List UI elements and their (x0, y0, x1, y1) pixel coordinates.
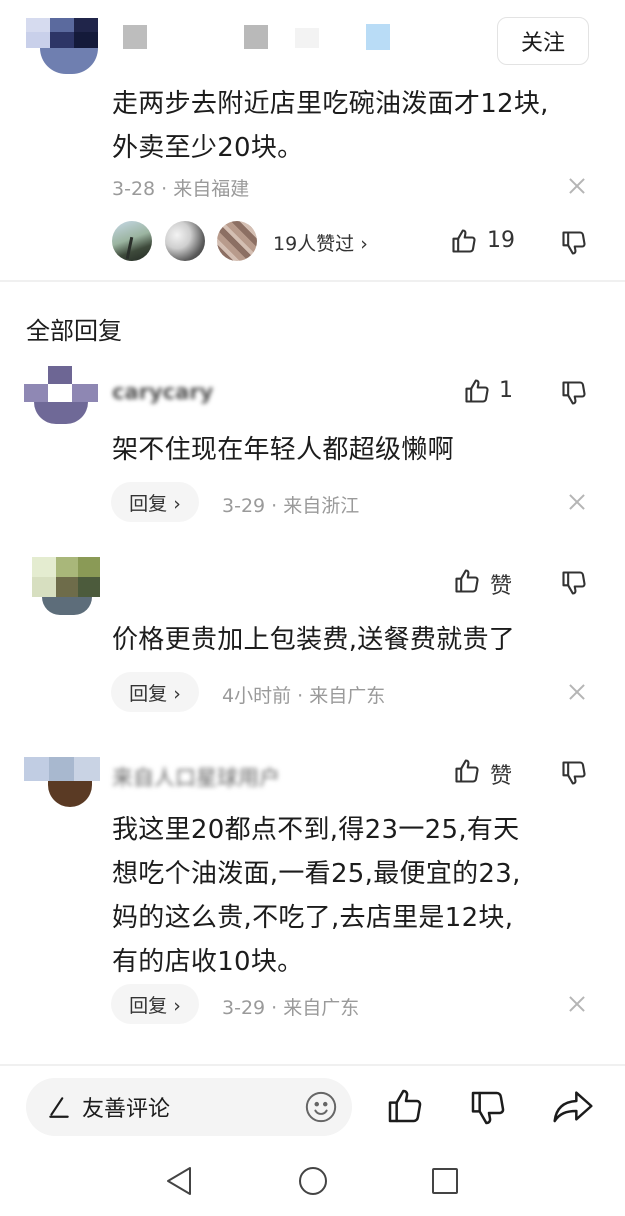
reply-text-line: 我这里20都点不到,得23一25,有天 (112, 815, 520, 845)
thumbs-down-icon[interactable] (560, 379, 588, 407)
thumbs-up-icon[interactable] (453, 757, 481, 785)
divider (0, 280, 625, 282)
reply-button[interactable]: 回复 › (111, 672, 199, 712)
avatar[interactable] (26, 18, 98, 74)
system-nav-bar (0, 1148, 625, 1216)
thumbs-down-icon[interactable] (560, 759, 588, 787)
reply-text-line: 想吃个油泼面,一看25,最便宜的23, (112, 859, 521, 889)
thumbs-down-icon[interactable] (468, 1088, 508, 1128)
reply-text-line: 妈的这么贵,不吃了,去店里是12块, (112, 903, 514, 933)
liker-avatar[interactable] (165, 221, 205, 261)
thumbs-up-icon[interactable] (450, 227, 478, 255)
like-count: 19 (487, 228, 515, 253)
comment-text: 走两步去附近店里吃碗油泼面才12块, 外卖至少20块。 (112, 82, 602, 170)
follow-button[interactable]: 关注 (497, 17, 589, 65)
close-icon[interactable] (566, 993, 588, 1015)
avatar[interactable] (24, 366, 98, 424)
close-icon[interactable] (566, 681, 588, 703)
like-count: 1 (499, 378, 513, 403)
thumbs-down-icon[interactable] (560, 569, 588, 597)
reply-meta: 4小时前 · 来自广东 (222, 685, 386, 707)
reply-text-line: 价格更贵加上包装费,送餐费就贵了 (112, 625, 516, 655)
home-icon[interactable] (297, 1165, 329, 1197)
thumbs-down-icon[interactable] (560, 229, 588, 257)
reply-text: 我这里20都点不到,得23一25,有天 想吃个油泼面,一看25,最便宜的23, … (112, 808, 612, 984)
liker-avatar[interactable] (112, 221, 152, 261)
reply-meta: 3-29 · 来自广东 (222, 997, 360, 1019)
avatar[interactable] (24, 757, 100, 807)
username[interactable]: carycary (112, 380, 213, 404)
pen-icon (49, 1097, 69, 1118)
share-icon[interactable] (551, 1086, 595, 1126)
thumbs-up-icon[interactable] (453, 567, 481, 595)
thumbs-up-icon[interactable] (463, 377, 491, 405)
close-icon[interactable] (566, 491, 588, 513)
like-label: 赞 (490, 574, 513, 599)
comment-text-line: 外卖至少20块。 (112, 133, 304, 163)
avatar[interactable] (32, 557, 100, 615)
reply-button[interactable]: 回复 › (111, 984, 199, 1024)
reply-text-line: 有的店收10块。 (112, 947, 304, 977)
liker-avatar[interactable] (217, 221, 257, 261)
comment-input[interactable]: 友善评论 (26, 1078, 352, 1136)
thumbs-up-icon[interactable] (385, 1086, 425, 1126)
reply-meta: 3-29 · 来自浙江 (222, 495, 360, 517)
reply-button[interactable]: 回复 › (111, 482, 199, 522)
likers-link[interactable]: 19人赞过 › (273, 229, 368, 256)
reply-text: 价格更贵加上包装费,送餐费就贵了 (112, 618, 602, 662)
reply-text: 架不住现在年轻人都超级懒啊 (112, 428, 602, 472)
back-icon[interactable] (164, 1165, 194, 1197)
section-title: 全部回复 (26, 317, 122, 345)
recents-icon[interactable] (430, 1166, 460, 1196)
username[interactable] (120, 24, 400, 52)
divider (0, 1064, 625, 1066)
reply-text-line: 架不住现在年轻人都超级懒啊 (112, 435, 454, 465)
comment-input-placeholder: 友善评论 (82, 1097, 171, 1122)
username[interactable]: 来自人口星球用户 (112, 762, 280, 792)
emoji-icon[interactable] (304, 1090, 338, 1124)
comment-meta: 3-28 · 来自福建 (112, 178, 250, 200)
comment-text-line: 走两步去附近店里吃碗油泼面才12块, (112, 89, 549, 119)
close-icon[interactable] (566, 175, 588, 197)
like-label: 赞 (490, 764, 513, 789)
